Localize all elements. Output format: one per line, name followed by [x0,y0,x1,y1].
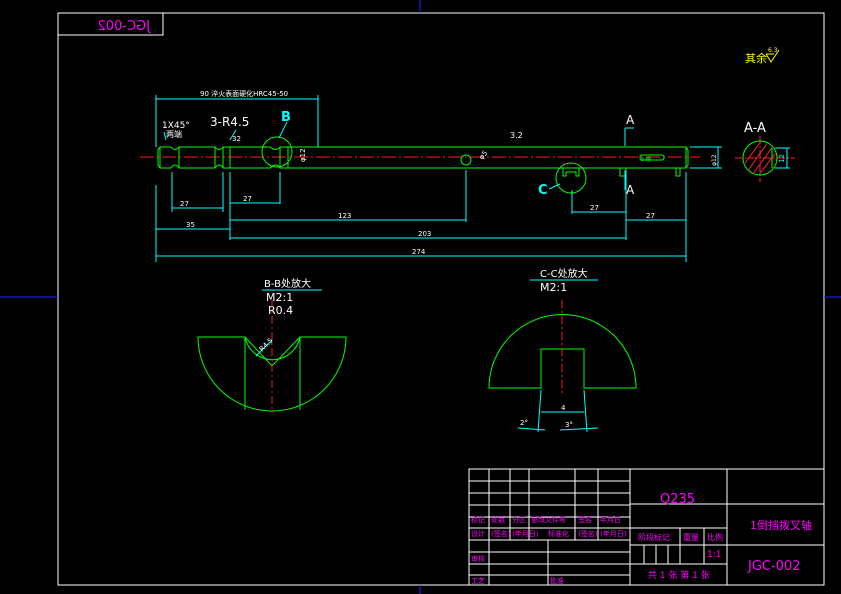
detail-bb-view: B-B处放大 M2:1 R0.4 R4.5 [197,277,347,412]
dim-27-mid: 27 [243,195,252,203]
dim-chamfer-sub: 两端 [166,129,182,139]
section-label-a-top: A [626,113,635,127]
scale-value: 1:1 [707,550,721,560]
dim-roughness-small: 3.2 [510,131,523,140]
detail-cc-view: C-C处放大 M2:1 4 2° 3° [488,267,637,433]
detail-cc-scale: M2:1 [540,281,567,294]
design-row: 设计 (签名) (年月日) 标准化 (签名) (年月日) [471,529,627,538]
weight-label: 重量 [683,532,699,542]
process-label: 工艺 [471,577,485,585]
section-label-a-bottom: A [626,183,635,197]
dim-heat-treat: 90 淬火表面硬化HRC45-50 [200,89,288,98]
part-name: 1倒挡拨叉轴 [750,518,812,532]
shaft-main-view [140,146,700,177]
dim-35: 35 [186,221,195,229]
section-label-c: C [538,183,548,198]
detail-cc-angle-left: 2° [520,419,528,427]
material-label: Q235 [660,492,695,507]
dim-shaft-dia: φ12 [299,148,307,162]
dim-123: 123 [338,212,351,220]
dim-27-right-a: 27 [590,204,599,212]
roughness-note-label: 其余 [745,51,767,65]
check-label: 审核 [471,554,485,563]
dimension-texts: 90 淬火表面硬化HRC45-50 1X45° 两端 3-R4.5 32 φ12… [162,89,718,256]
design-label: 设计 [471,529,485,538]
mirrored-number-box: JGC-002 [57,12,164,36]
header-mark: 标记 [471,515,485,524]
mirrored-drawing-number: JGC-002 [98,19,152,34]
cad-drawing-canvas: JGC-002 其余 6.3 B C A A A-A 12 90 淬火表面硬化H… [0,0,841,594]
title-block-texts: Q235 1倒挡拨叉轴 JGC-002 1:1 共 1 张 第 1 张 阶段标记… [471,492,812,585]
dim-27-left: 27 [180,200,189,208]
dim-hole-dia: φ5 [477,149,489,161]
std-signature: (签名) [578,529,598,538]
dim-keyway-note: 5 槽 [641,156,651,163]
dim-274: 274 [412,248,426,256]
detail-cc-width: 4 [561,404,566,412]
detail-cc-angle-right: 3° [565,421,573,429]
dim-end-dia: φ12 [711,154,718,166]
scale-label: 比例 [707,532,723,542]
header-zone: 分区 [512,515,526,524]
drawing-number: JGC-002 [747,559,801,574]
standardization-label: 标准化 [548,529,569,538]
section-label-b: B [281,110,291,125]
header-signature: 签名 [578,515,592,524]
header-change-doc: 更改文件号 [531,515,566,524]
sheet-border [0,0,841,594]
dim-27-right-b: 27 [646,212,655,220]
dim-groove-sub: 32 [232,135,241,143]
approve-label: 批准 [550,576,564,585]
section-aa-view: A-A 12 [735,121,795,182]
section-aa-title: A-A [744,121,766,136]
section-aa-dim: 12 [778,154,786,163]
design-signature: (签名) [491,529,511,538]
detail-bb-scale: M2:1 [266,291,293,304]
dim-groove-radius: 3-R4.5 [210,115,249,129]
header-count: 处数 [491,515,505,524]
header-date: 年月日 [600,515,621,524]
dim-203: 203 [418,230,431,238]
roughness-note: 其余 6.3 [745,47,780,65]
design-date: (年月日) [512,529,539,538]
stage-label: 阶段标记 [638,532,670,542]
detail-cc-title: C-C处放大 [540,267,588,280]
detail-bb-title: B-B处放大 [264,277,311,290]
std-date: (年月日) [600,529,627,538]
roughness-note-value: 6.3 [768,47,778,54]
sheet-info: 共 1 张 第 1 张 [648,569,710,581]
